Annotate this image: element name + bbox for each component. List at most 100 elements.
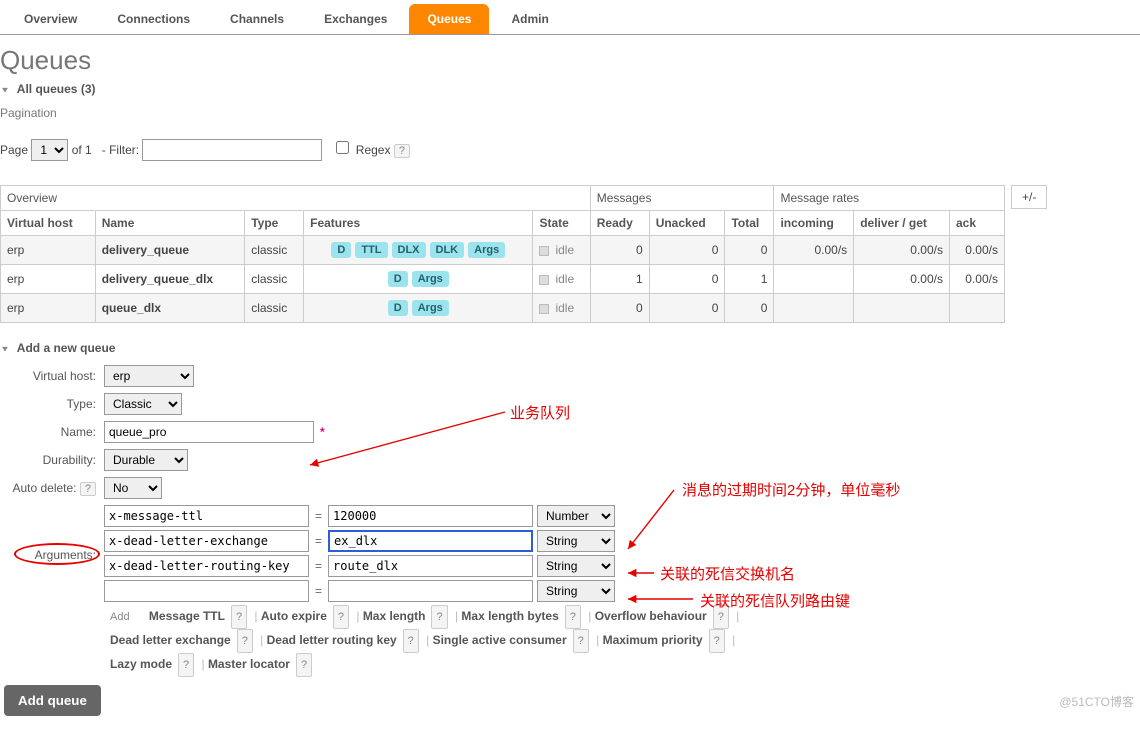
argument-key-input[interactable] [104,505,309,527]
cell-name[interactable]: delivery_queue_dlx [95,265,245,294]
type-select[interactable]: Classic [104,393,182,415]
argument-value-input[interactable] [328,530,533,552]
page-label: Page [0,143,28,157]
filter-input[interactable] [142,139,322,161]
col-incoming[interactable]: incoming [774,211,854,236]
help-icon[interactable]: ? [178,653,194,677]
col-unacked[interactable]: Unacked [649,211,725,236]
state-icon [539,246,549,256]
vhost-select[interactable]: erp [104,365,194,387]
argument-key-input[interactable] [104,530,309,552]
tab-channels[interactable]: Channels [212,4,302,34]
argument-type-select[interactable]: String [537,530,615,552]
columns-plusminus[interactable]: +/- [1011,185,1047,209]
help-icon[interactable]: ? [713,605,729,629]
col-ack[interactable]: ack [949,211,1004,236]
feature-badge[interactable]: D [388,271,408,287]
help-icon[interactable]: ? [333,605,349,629]
add-queue-button[interactable]: Add queue [4,685,101,716]
group-messages: Messages [590,186,774,211]
feature-badge[interactable]: D [331,242,351,258]
argument-shortcut[interactable]: Lazy mode [110,657,172,671]
help-icon[interactable]: ? [565,605,581,629]
feature-badge[interactable]: D [388,300,408,316]
cell-state: idle [533,294,590,323]
all-queues-toggle[interactable]: ▼ All queues (3) [0,82,1140,96]
cell-features: DTTL DLXDLKArgs [304,236,533,265]
feature-badge[interactable]: Args [412,271,449,287]
cell-name[interactable]: queue_dlx [95,294,245,323]
col-total[interactable]: Total [725,211,774,236]
argument-key-input[interactable] [104,580,309,602]
argument-type-select[interactable]: String [537,580,615,602]
cell-type: classic [245,265,304,294]
argument-shortcut[interactable]: Maximum priority [603,633,703,647]
tab-admin[interactable]: Admin [493,4,566,34]
durability-select[interactable]: Durable [104,449,188,471]
col-name[interactable]: Name [95,211,245,236]
help-icon[interactable]: ? [431,605,447,629]
regex-help-icon[interactable]: ? [394,144,410,158]
group-rates: Message rates [774,186,1005,211]
argument-value-input[interactable] [328,580,533,602]
col-state[interactable]: State [533,211,590,236]
cell-ack [949,294,1004,323]
name-input[interactable] [104,421,314,443]
argument-shortcut[interactable]: Dead letter routing key [267,633,397,647]
feature-badge[interactable]: Args [468,242,505,258]
argument-shortcut[interactable]: Master locator [208,657,290,671]
argument-shortcut[interactable]: Auto expire [261,609,327,623]
help-icon[interactable]: ? [573,629,589,653]
equals-label: = [313,509,324,523]
col-ready[interactable]: Ready [590,211,649,236]
argument-shortcut[interactable]: Dead letter exchange [110,633,231,647]
vhost-label: Virtual host: [4,369,104,383]
argument-value-input[interactable] [328,555,533,577]
cell-name[interactable]: delivery_queue [95,236,245,265]
col-features: Features [304,211,533,236]
argument-shortcut[interactable]: Max length [363,609,426,623]
tab-connections[interactable]: Connections [99,4,208,34]
argument-type-select[interactable]: String [537,555,615,577]
table-row: erpdelivery_queue_dlxclassicDArgsidle101… [1,265,1005,294]
argument-type-select[interactable]: Number [537,505,615,527]
watermark: @51CTO博客 [1059,693,1134,710]
col-deliver[interactable]: deliver / get [854,211,950,236]
feature-badge[interactable]: DLK [430,242,465,258]
col-type[interactable]: Type [245,211,304,236]
tab-queues[interactable]: Queues [409,4,489,34]
argument-value-input[interactable] [328,505,533,527]
autodelete-help-icon[interactable]: ? [80,482,96,496]
feature-badge[interactable]: Args [412,300,449,316]
argument-shortcut[interactable]: Overflow behaviour [595,609,707,623]
feature-badge[interactable]: DLX [392,242,426,258]
cell-state: idle [533,236,590,265]
arguments-label: Arguments: [4,548,104,562]
page-select[interactable]: 1 [31,139,68,161]
tab-exchanges[interactable]: Exchanges [306,4,405,34]
help-icon[interactable]: ? [296,653,312,677]
cell-features: DArgs [304,294,533,323]
cell-incoming [774,294,854,323]
cell-ready: 0 [590,294,649,323]
argument-shortcut[interactable]: Single active consumer [433,633,567,647]
argument-key-input[interactable] [104,555,309,577]
feature-badge[interactable]: TTL [355,242,387,258]
type-label: Type: [4,397,104,411]
help-icon[interactable]: ? [709,629,725,653]
state-icon [539,304,549,314]
autodelete-select[interactable]: No [104,477,162,499]
col-vhost[interactable]: Virtual host [1,211,96,236]
filter-label: - Filter: [102,143,139,157]
help-icon[interactable]: ? [231,605,247,629]
add-queue-toggle[interactable]: ▼ Add a new queue [0,341,1140,355]
argument-shortcut[interactable]: Message TTL [149,609,225,623]
cell-vhost: erp [1,236,96,265]
tab-overview[interactable]: Overview [6,4,95,34]
help-icon[interactable]: ? [237,629,253,653]
help-icon[interactable]: ? [403,629,419,653]
argument-shortcut[interactable]: Max length bytes [461,609,558,623]
regex-checkbox[interactable] [336,141,349,154]
equals-label: = [313,559,324,573]
regex-label: Regex [356,143,391,157]
